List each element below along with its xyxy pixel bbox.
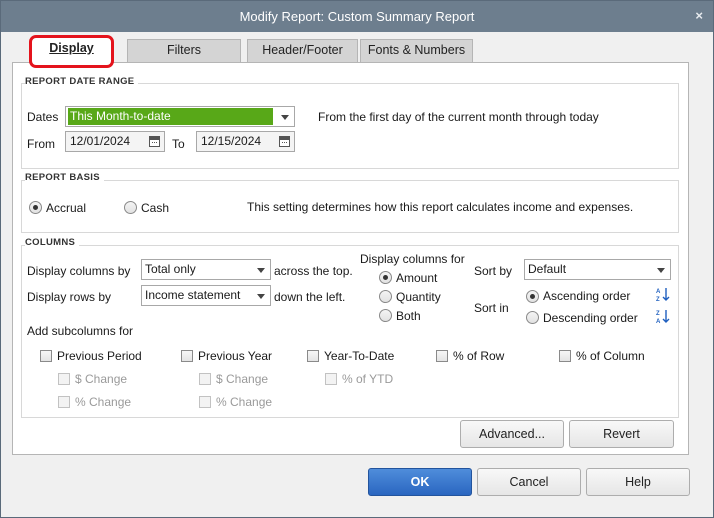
from-date-value: 12/01/2024: [70, 134, 131, 148]
pp-percent-change-label: % Change: [75, 395, 132, 409]
tab-header-footer-label: Header/Footer: [262, 43, 343, 57]
display-columns-for-label: Display columns for: [360, 252, 465, 266]
tab-fonts-numbers-label: Fonts & Numbers: [367, 43, 466, 57]
display-columns-value: Total only: [145, 262, 196, 276]
descending-radio[interactable]: [526, 311, 539, 324]
svg-text:A: A: [656, 319, 661, 324]
previous-period-checkbox[interactable]: [40, 350, 52, 362]
report-basis-title: REPORT BASIS: [25, 172, 104, 183]
ytd-percent-label: % of YTD: [342, 372, 394, 386]
to-date-value: 12/15/2024: [201, 134, 262, 148]
ok-button[interactable]: OK: [368, 468, 472, 496]
calendar-icon[interactable]: [279, 136, 290, 147]
chevron-down-icon: [257, 294, 265, 299]
accrual-label: Accrual: [46, 201, 87, 215]
previous-year-label: Previous Year: [198, 349, 273, 363]
py-dollar-change-label: $ Change: [216, 372, 269, 386]
sort-by-value: Default: [528, 262, 567, 276]
ascending-radio[interactable]: [526, 290, 539, 303]
help-button[interactable]: Help: [586, 468, 690, 496]
dates-label: Dates: [27, 110, 59, 124]
to-label: To: [172, 137, 185, 151]
svg-text:A: A: [656, 289, 661, 295]
pp-dollar-change-label: $ Change: [75, 372, 128, 386]
chevron-down-icon: [657, 268, 665, 273]
percent-row-checkbox[interactable]: [436, 350, 448, 362]
revert-button[interactable]: Revert: [569, 420, 674, 448]
display-rows-value: Income statement: [145, 288, 241, 302]
advanced-button[interactable]: Advanced...: [460, 420, 564, 448]
quantity-radio[interactable]: [379, 290, 392, 303]
dates-value: This Month-to-date: [68, 108, 273, 125]
descending-label: Descending order: [543, 311, 638, 325]
calendar-icon[interactable]: [149, 136, 160, 147]
percent-column-checkbox[interactable]: [559, 350, 571, 362]
py-percent-change-label: % Change: [216, 395, 273, 409]
percent-column-label: % of Column: [576, 349, 645, 363]
chevron-down-icon: [281, 115, 289, 120]
display-tab-highlight: [29, 35, 114, 68]
title-bar: Modify Report: Custom Summary Report ×: [1, 1, 713, 32]
date-range-description: From the first day of the current month …: [318, 110, 599, 124]
tab-header-footer[interactable]: Header/Footer: [247, 39, 358, 62]
columns-title: COLUMNS: [25, 237, 80, 248]
py-percent-change-checkbox[interactable]: [199, 396, 211, 408]
down-label: down the left.: [274, 290, 346, 304]
display-rows-label: Display rows by: [27, 290, 112, 304]
sort-by-label: Sort by: [474, 264, 513, 278]
dates-dropdown[interactable]: This Month-to-date: [65, 106, 295, 127]
close-icon[interactable]: ×: [695, 8, 703, 23]
to-date-field[interactable]: 12/15/2024: [196, 131, 295, 152]
chevron-down-icon: [257, 268, 265, 273]
amount-label: Amount: [396, 271, 438, 285]
display-columns-dropdown[interactable]: Total only: [141, 259, 271, 280]
tab-fonts-numbers[interactable]: Fonts & Numbers: [360, 39, 473, 62]
cash-radio[interactable]: [124, 201, 137, 214]
from-label: From: [27, 137, 55, 151]
quantity-label: Quantity: [396, 290, 441, 304]
cash-label: Cash: [141, 201, 170, 215]
previous-year-checkbox[interactable]: [181, 350, 193, 362]
across-label: across the top.: [274, 264, 353, 278]
svg-text:Z: Z: [656, 311, 660, 317]
year-to-date-checkbox[interactable]: [307, 350, 319, 362]
window-title: Modify Report: Custom Summary Report: [239, 9, 475, 24]
svg-text:Z: Z: [656, 297, 660, 302]
year-to-date-label: Year-To-Date: [324, 349, 395, 363]
modify-report-dialog: Modify Report: Custom Summary Report × D…: [0, 0, 714, 518]
cancel-button[interactable]: Cancel: [477, 468, 581, 496]
sort-in-label: Sort in: [474, 301, 509, 315]
tab-filters[interactable]: Filters: [127, 39, 241, 62]
both-radio[interactable]: [379, 309, 392, 322]
pp-dollar-change-checkbox[interactable]: [58, 373, 70, 385]
sort-descending-icon: Z A: [656, 310, 670, 324]
tab-filters-label: Filters: [166, 43, 202, 57]
amount-radio[interactable]: [379, 271, 392, 284]
ytd-percent-checkbox[interactable]: [325, 373, 337, 385]
report-basis-description: This setting determines how this report …: [247, 200, 634, 214]
previous-period-label: Previous Period: [57, 349, 142, 363]
date-range-title: REPORT DATE RANGE: [25, 76, 139, 87]
add-subcolumns-label: Add subcolumns for: [27, 324, 134, 338]
sort-by-dropdown[interactable]: Default: [524, 259, 671, 280]
pp-percent-change-checkbox[interactable]: [58, 396, 70, 408]
from-date-field[interactable]: 12/01/2024: [65, 131, 165, 152]
display-rows-dropdown[interactable]: Income statement: [141, 285, 271, 306]
ascending-label: Ascending order: [543, 289, 631, 303]
py-dollar-change-checkbox[interactable]: [199, 373, 211, 385]
sort-ascending-icon: A Z: [656, 288, 670, 302]
both-label: Both: [396, 309, 421, 323]
accrual-radio[interactable]: [29, 201, 42, 214]
display-columns-label: Display columns by: [27, 264, 131, 278]
percent-row-label: % of Row: [453, 349, 505, 363]
